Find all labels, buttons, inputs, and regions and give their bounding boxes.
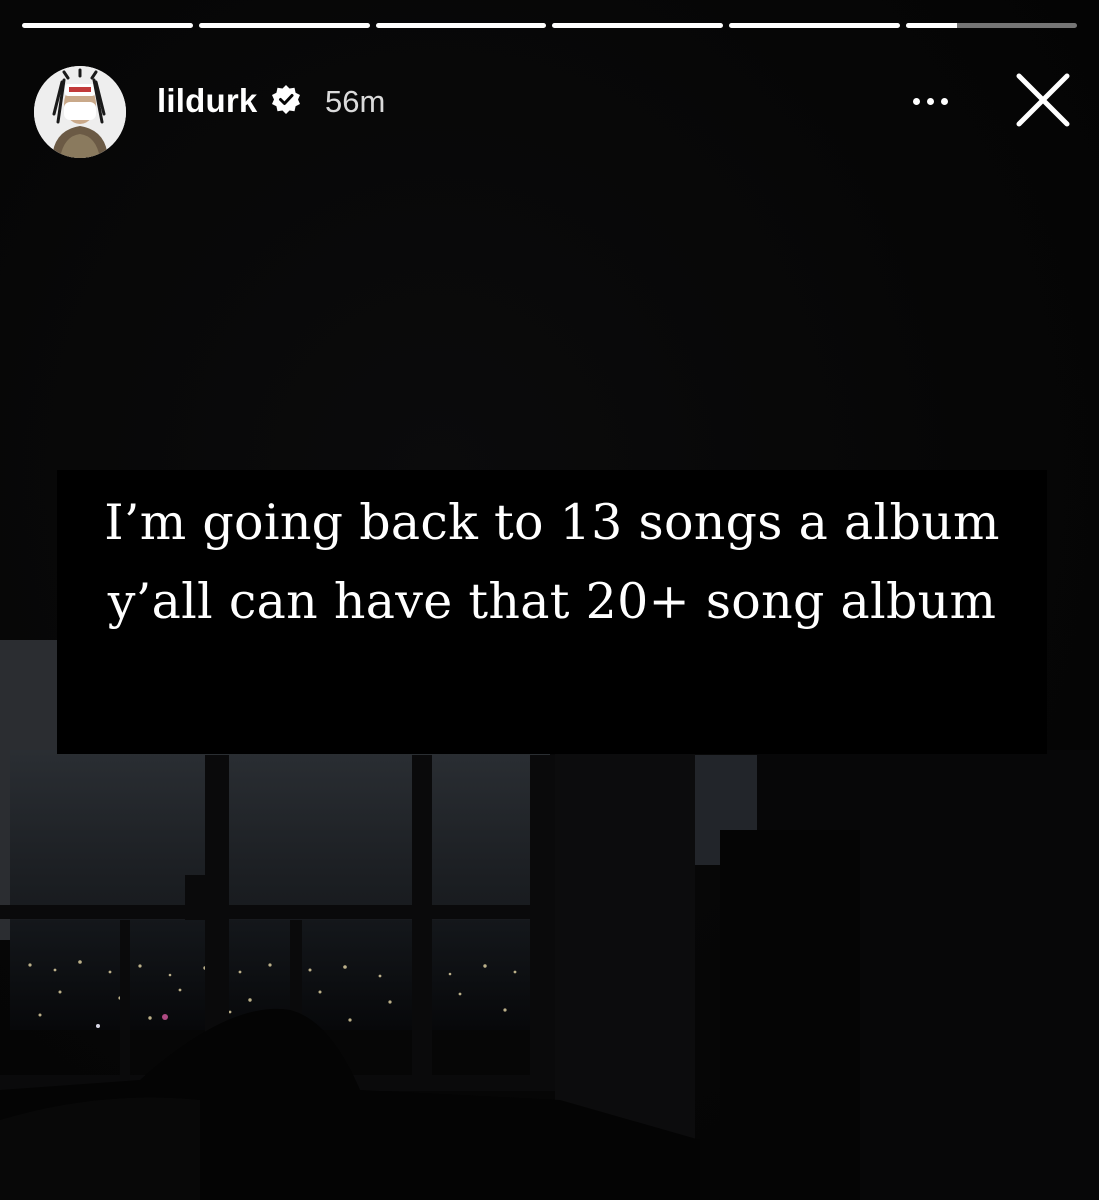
story-caption: I’m going back to 13 songs a album y’all…	[104, 494, 1000, 630]
story-progress-bar	[22, 23, 1077, 28]
progress-segment	[552, 23, 724, 28]
progress-segment	[375, 23, 547, 28]
story-header: lildurk 56m	[0, 58, 1099, 158]
verified-badge-icon	[272, 85, 300, 114]
progress-segment	[198, 23, 370, 28]
story-viewer[interactable]: lildurk 56m I’m going back to 13 songs a…	[0, 0, 1099, 1200]
progress-segment	[22, 23, 193, 28]
avatar[interactable]	[34, 66, 126, 158]
progress-segment	[906, 23, 1077, 28]
story-timestamp: 56m	[325, 84, 386, 119]
more-options-icon[interactable]	[905, 86, 955, 116]
close-icon[interactable]	[1013, 70, 1073, 130]
progress-segment	[729, 23, 901, 28]
account-username[interactable]: lildurk	[157, 82, 257, 120]
